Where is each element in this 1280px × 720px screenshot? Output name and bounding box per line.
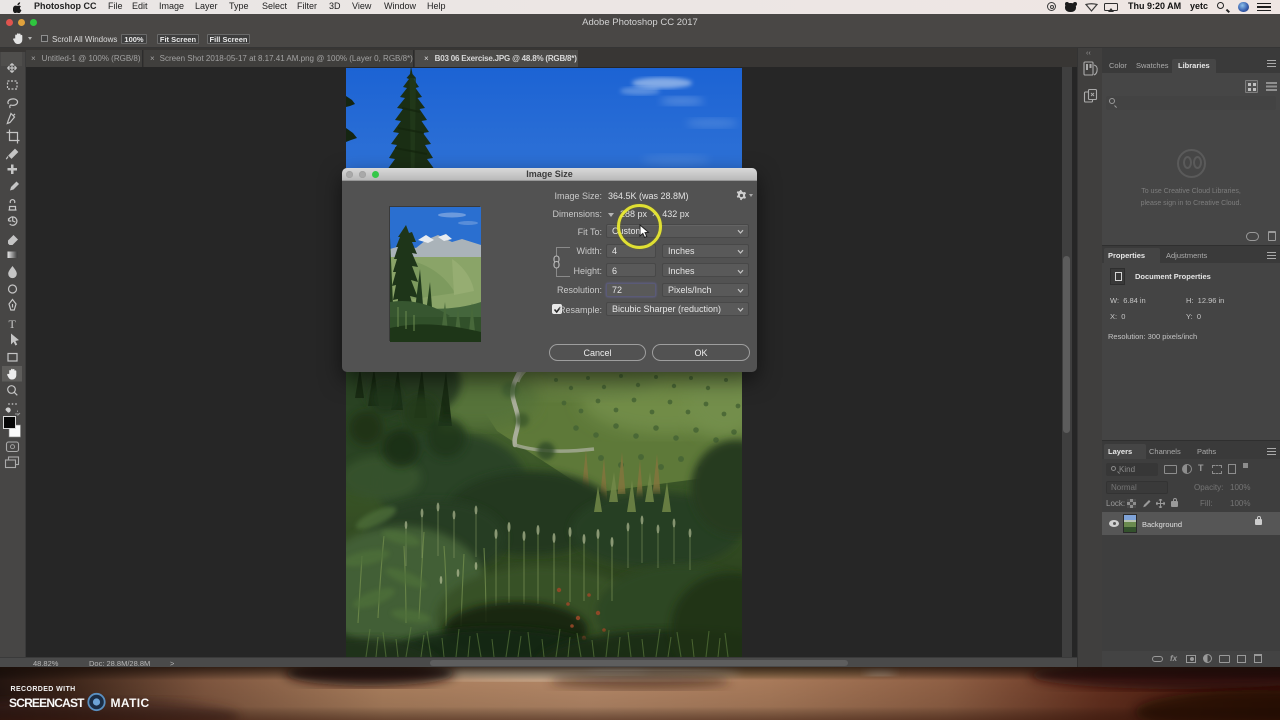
svg-text:T: T bbox=[9, 317, 17, 331]
svg-text:SCREENCAST: SCREENCAST bbox=[9, 696, 85, 710]
svg-text:MATIC: MATIC bbox=[111, 696, 150, 710]
svg-text:RECORDED WITH: RECORDED WITH bbox=[11, 686, 76, 693]
